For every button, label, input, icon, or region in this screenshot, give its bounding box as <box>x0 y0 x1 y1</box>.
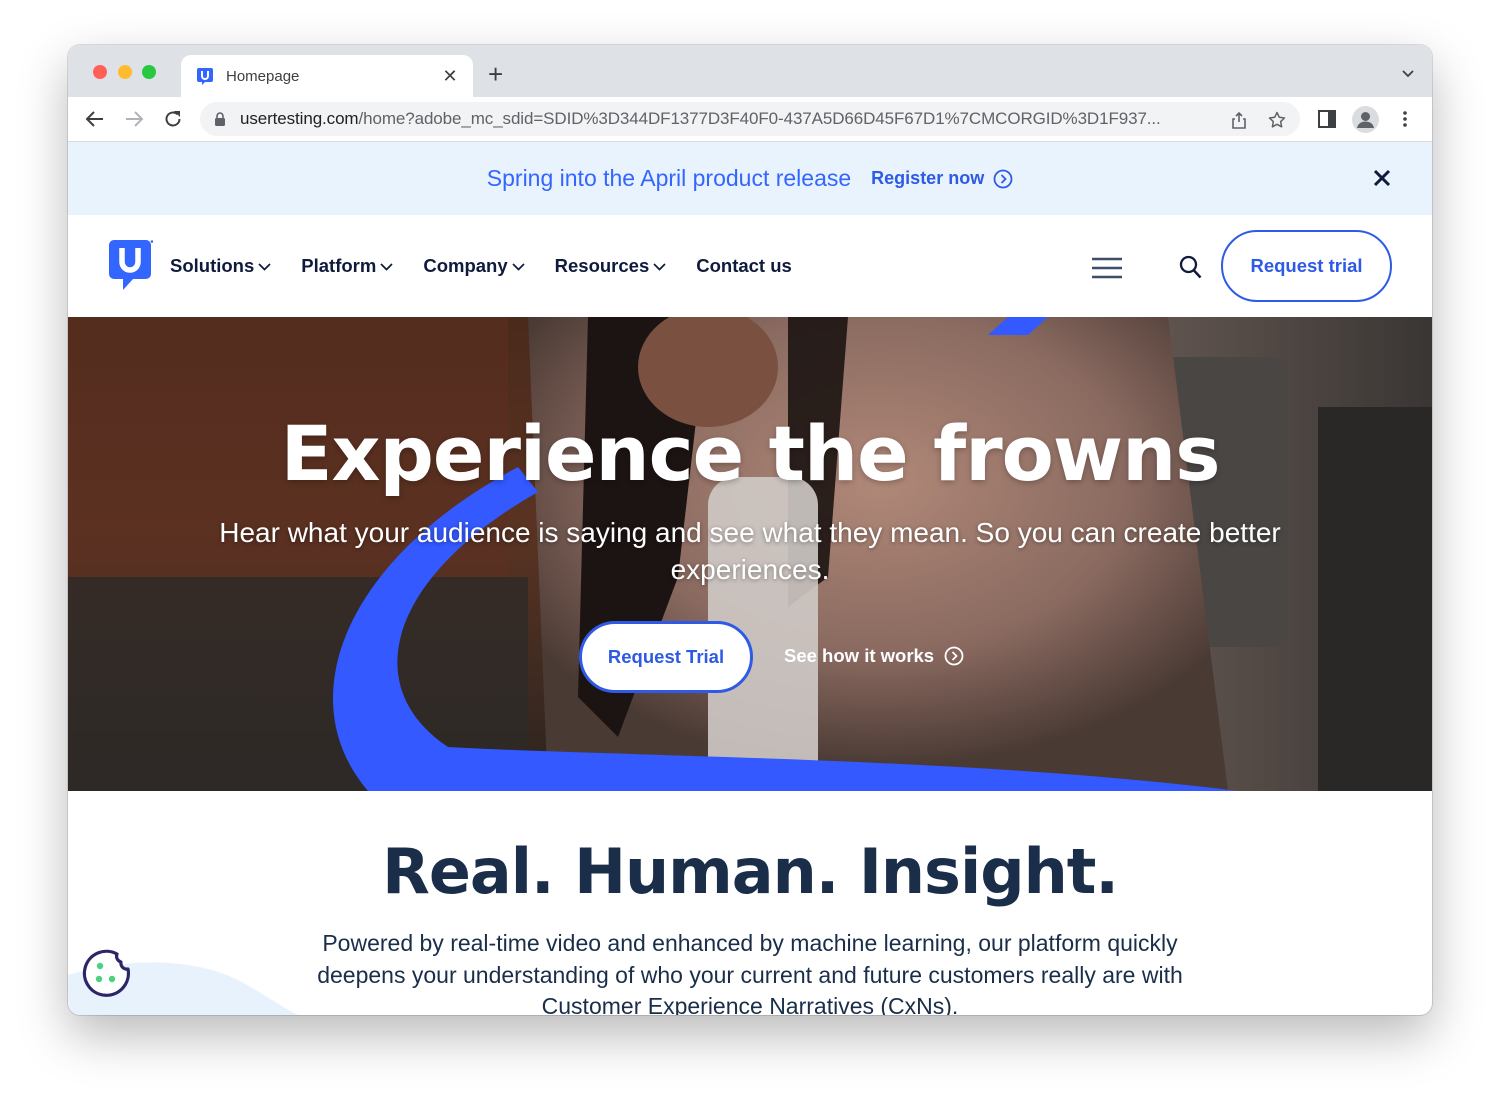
more-options-icon[interactable] <box>1395 109 1415 129</box>
tab-title: Homepage <box>226 67 300 85</box>
new-tab-button[interactable]: + <box>488 61 503 87</box>
menu-item-solutions[interactable]: Solutions <box>170 255 271 277</box>
forward-icon[interactable] <box>123 108 145 130</box>
site-navigation: Solutions Platform Company Resources Con… <box>68 215 1432 317</box>
minimize-window-button[interactable] <box>118 65 132 79</box>
chevron-down-icon <box>258 262 271 271</box>
browser-tab-homepage[interactable]: Homepage ✕ <box>181 55 473 97</box>
reload-icon[interactable] <box>162 108 184 130</box>
search-icon[interactable] <box>1179 255 1202 279</box>
main-menu: Solutions Platform Company Resources Con… <box>170 255 822 277</box>
bookmark-star-icon[interactable] <box>1268 111 1286 129</box>
menu-item-label: Platform <box>301 255 377 276</box>
banner-text: Spring into the April product release <box>486 165 852 191</box>
insight-title: Real. Human. Insight. <box>382 835 1119 908</box>
tab-strip: Homepage ✕ + <box>68 45 1432 97</box>
register-now-link[interactable]: Register now <box>871 168 1013 189</box>
chevron-circle-right-icon <box>993 169 1013 188</box>
tab-search-chevron-icon[interactable] <box>1402 67 1414 79</box>
side-panel-icon[interactable] <box>1317 109 1337 129</box>
hero-request-trial-button[interactable]: Request Trial <box>579 621 753 693</box>
url-text[interactable]: usertesting.com/home?adobe_mc_sdid=SDID%… <box>240 109 1215 129</box>
url-host: usertesting.com <box>240 109 359 128</box>
hero-subtitle: Hear what your audience is saying and se… <box>219 517 1281 585</box>
chevron-down-icon <box>512 262 525 271</box>
menu-item-label: Solutions <box>170 255 255 276</box>
request-trial-button[interactable]: Request trial <box>1221 230 1392 302</box>
profile-icon <box>1357 112 1374 128</box>
menu-item-resources[interactable]: Resources <box>555 255 667 277</box>
menu-item-contact-us[interactable]: Contact us <box>696 255 792 277</box>
back-icon[interactable] <box>84 108 106 130</box>
see-how-it-works-link[interactable]: See how it works <box>784 645 964 667</box>
usertesting-logo-icon[interactable] <box>109 240 153 292</box>
insight-body: Powered by real-time video and enhanced … <box>317 930 1183 1015</box>
address-bar[interactable]: usertesting.com/home?adobe_mc_sdid=SDID%… <box>200 102 1300 136</box>
close-window-button[interactable] <box>93 65 107 79</box>
cookie-settings-icon[interactable] <box>81 948 133 1000</box>
chevron-down-icon <box>380 262 393 271</box>
chevron-down-icon <box>653 262 666 271</box>
announcement-banner: Spring into the April product release Re… <box>68 142 1432 215</box>
menu-item-label: Company <box>423 255 508 276</box>
profile-avatar[interactable] <box>1352 106 1379 133</box>
chevron-circle-right-icon <box>944 646 964 666</box>
menu-item-company[interactable]: Company <box>423 255 525 277</box>
hamburger-menu-icon[interactable] <box>1091 257 1123 279</box>
menu-item-label: Contact us <box>696 255 792 276</box>
url-path: /home?adobe_mc_sdid=SDID%3D344DF1377D3F4… <box>358 109 1161 128</box>
tab-close-icon[interactable]: ✕ <box>441 66 459 87</box>
maximize-window-button[interactable] <box>142 65 156 79</box>
lock-icon[interactable] <box>214 112 226 126</box>
browser-toolbar: usertesting.com/home?adobe_mc_sdid=SDID%… <box>68 97 1432 142</box>
usertesting-favicon-icon <box>197 67 213 85</box>
banner-close-icon[interactable] <box>1372 168 1392 188</box>
see-how-it-works-label: See how it works <box>784 645 935 666</box>
browser-window: Homepage ✕ + usertesting.com/home?adobe_… <box>68 45 1432 1015</box>
register-now-label: Register now <box>871 168 985 188</box>
menu-item-label: Resources <box>554 255 650 276</box>
hero-section: Experience the frowns Hear what your aud… <box>68 317 1432 791</box>
share-icon[interactable] <box>1230 111 1248 129</box>
hero-title: Experience the frowns <box>280 409 1221 498</box>
menu-item-platform[interactable]: Platform <box>301 255 393 277</box>
